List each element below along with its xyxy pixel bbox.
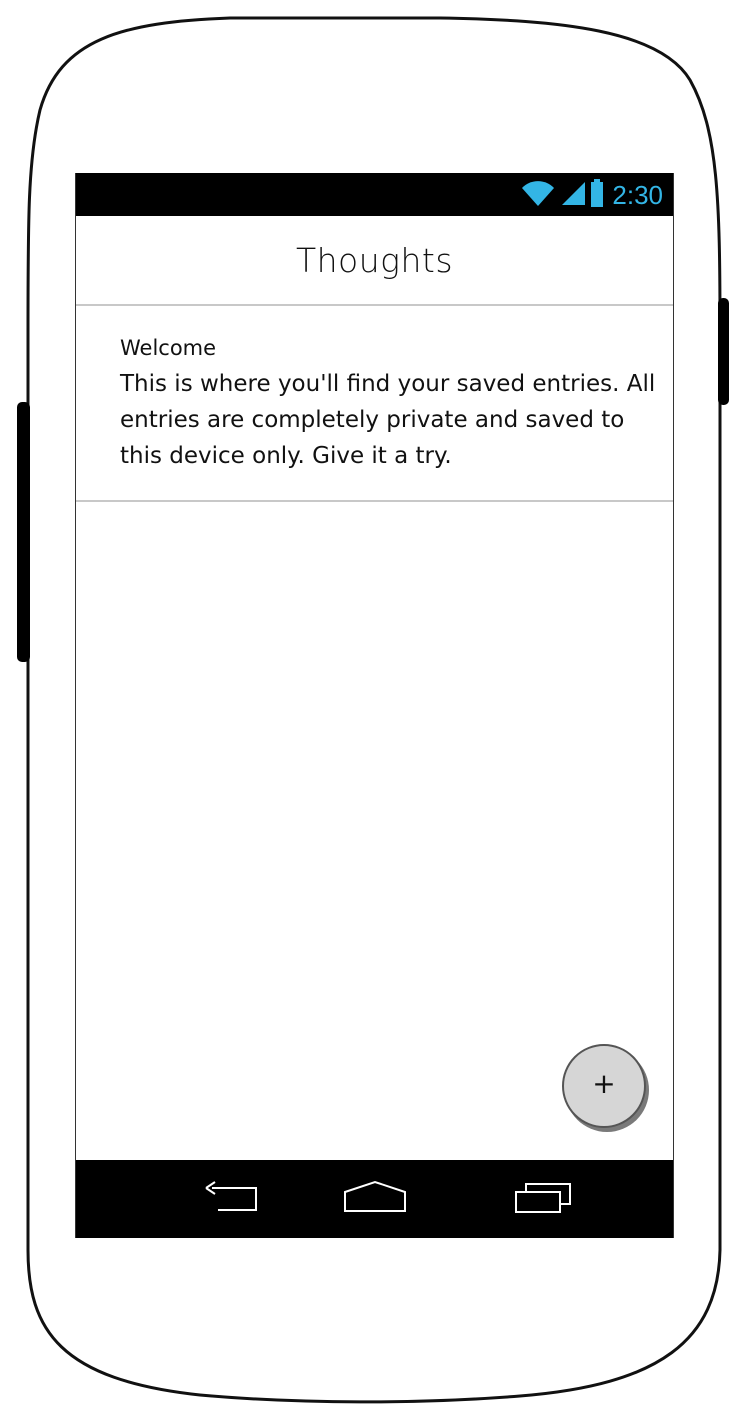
battery-icon — [590, 178, 604, 213]
status-icons: 2:30 — [520, 178, 663, 213]
status-clock: 2:30 — [612, 180, 663, 210]
entry-body: This is where you'll find your saved ent… — [120, 371, 656, 469]
add-entry-button[interactable]: + — [562, 1044, 646, 1128]
add-icon: + — [592, 1066, 616, 1100]
list-item[interactable]: Welcome This is where you'll find your s… — [76, 306, 673, 502]
navigation-bar — [76, 1160, 673, 1238]
signal-icon — [560, 180, 586, 211]
recents-icon — [514, 1180, 576, 1219]
entry-title: Welcome — [120, 336, 217, 360]
home-icon — [343, 1180, 407, 1219]
recents-button[interactable] — [495, 1160, 595, 1238]
back-button[interactable] — [182, 1160, 282, 1238]
wifi-icon — [520, 179, 556, 212]
app-bar: Thoughts — [76, 216, 673, 306]
phone-screen: 2:30 Thoughts Welcome This is where you'… — [75, 173, 674, 1238]
page-title: Thoughts — [295, 240, 454, 280]
status-bar: 2:30 — [76, 173, 673, 216]
back-icon — [202, 1180, 262, 1219]
home-button[interactable] — [325, 1160, 425, 1238]
